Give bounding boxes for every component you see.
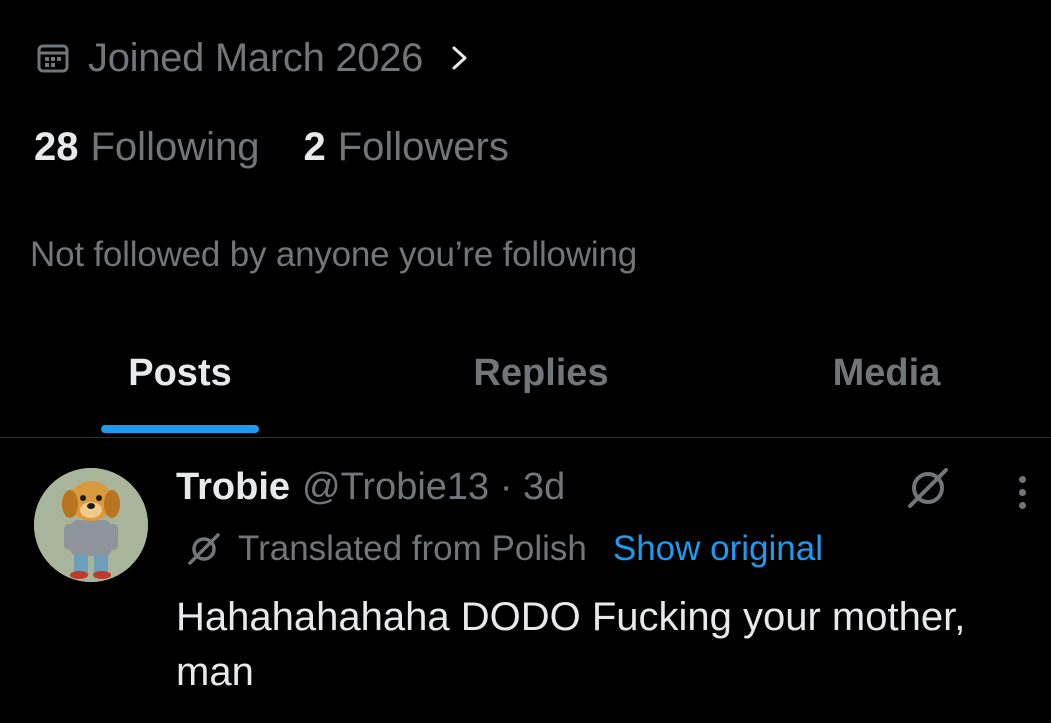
tab-replies-label: Replies [473,352,609,394]
grok-icon[interactable] [904,464,952,512]
more-icon[interactable] [1004,468,1040,516]
tab-media[interactable]: Media [722,340,1051,437]
following-link[interactable]: 28 Following [34,125,259,170]
followers-link[interactable]: 2 Followers [303,125,508,170]
dog-avatar-illustration [34,468,148,582]
translated-from-label: Translated from Polish [238,529,587,568]
not-followed-notice: Not followed by anyone you’re following [30,235,638,274]
more-dot [1018,488,1026,496]
followers-label: Followers [337,124,509,169]
more-dot [1018,501,1026,509]
tab-media-label: Media [832,352,941,394]
tab-replies[interactable]: Replies [360,340,722,437]
translation-row: Translated from Polish Show original [186,526,823,572]
author-handle-time[interactable]: @Trobie13 · 3d [302,466,565,509]
chevron-right-icon[interactable] [449,43,471,73]
post-header: Trobie @Trobie13 · 3d [176,464,565,510]
show-original-link[interactable]: Show original [613,529,823,569]
tab-posts[interactable]: Posts [0,340,360,437]
following-count: 28 [34,124,79,169]
following-label: Following [90,124,260,169]
author-name[interactable]: Trobie [176,466,290,509]
more-dot [1018,475,1026,483]
joined-date-row[interactable]: Joined March 2026 [36,36,471,80]
followers-count: 2 [303,124,326,169]
follow-stats: 28 Following 2 Followers [34,124,509,170]
avatar[interactable] [34,468,148,582]
joined-date-text: Joined March 2026 [88,35,424,80]
post-text: Hahahahahaha DODO Fucking your mother, m… [176,595,966,694]
translate-icon [188,533,220,565]
profile-tabs: Posts Replies Media [0,340,1051,438]
post[interactable]: Trobie @Trobie13 · 3d Translated from Po… [0,438,1051,723]
calendar-icon [37,44,69,73]
active-tab-indicator [101,425,259,433]
